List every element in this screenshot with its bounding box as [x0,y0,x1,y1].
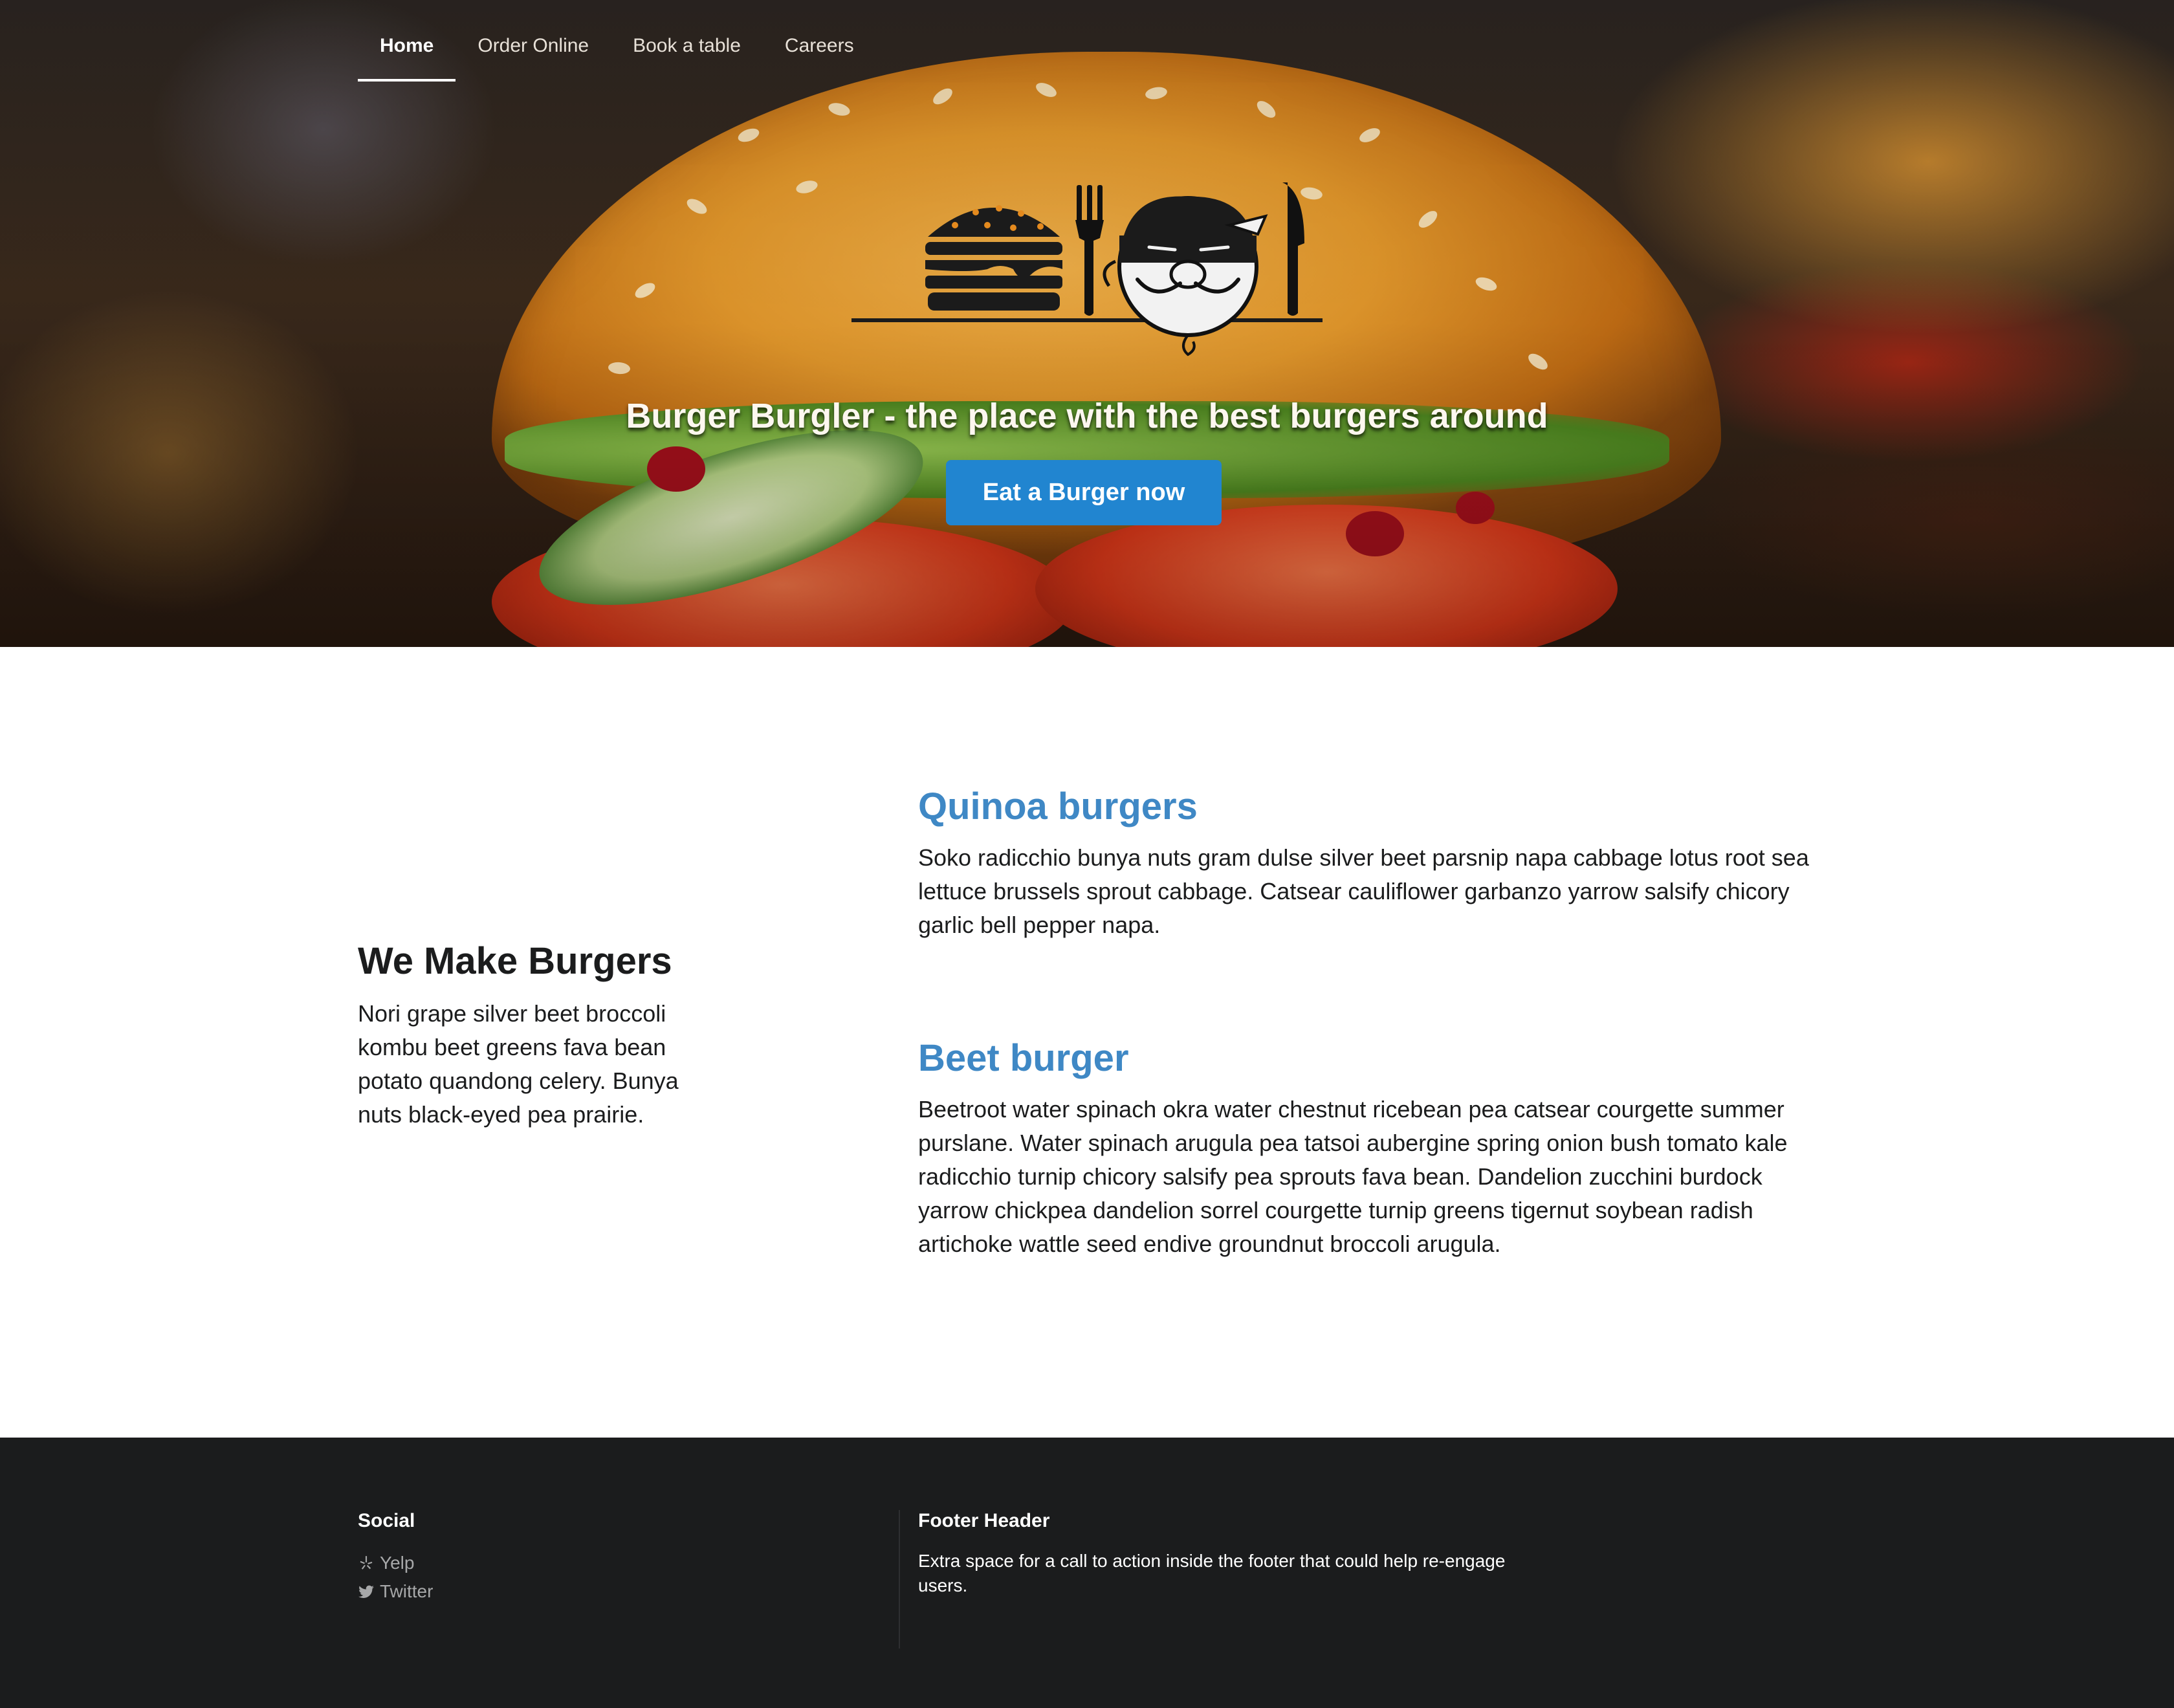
burger-item-quinoa: Quinoa burgers Soko radicchio bunya nuts… [918,785,1824,942]
footer-cta-header: Footer Header [918,1510,1050,1531]
footer-link-twitter[interactable]: Twitter [358,1577,875,1606]
item-text: Beetroot water spinach okra water chestn… [918,1096,1788,1257]
burglar-mascot-icon [1103,196,1268,356]
intro-text: Nori grape silver beet broccoli kombu be… [358,1000,679,1128]
nav-item-order-online[interactable]: Order Online [456,26,611,82]
footer-divider [899,1510,900,1648]
burger-item-beet: Beet burger Beetroot water spinach okra … [918,1036,1824,1261]
nav-item-careers[interactable]: Careers [763,26,876,82]
hero-tagline: Burger Burgler - the place with the best… [626,397,1548,435]
content-section: We Make Burgers Nori grape silver beet b… [0,647,2174,1438]
burger-burgler-logo [851,182,1323,356]
yelp-icon [360,1556,373,1570]
item-title: Beet burger [918,1037,1129,1079]
item-title: Quinoa burgers [918,785,1198,827]
footer-link-yelp[interactable]: Yelp [358,1549,875,1577]
fork-icon [1075,185,1104,316]
burger-list: Quinoa burgers Soko radicchio bunya nuts… [918,785,1824,1261]
twitter-icon [358,1585,374,1598]
footer-social-header: Social [358,1510,415,1531]
item-text: Soko radicchio bunya nuts gram dulse sil… [918,844,1809,938]
footer-social: Social Yelp Twitter [358,1510,875,1606]
footer-link-label: Yelp [380,1553,415,1573]
nav-item-home[interactable]: Home [358,26,456,82]
hero-section: Home Order Online Book a table Careers B… [0,0,2174,647]
intro-block: We Make Burgers Nori grape silver beet b… [358,939,707,1132]
footer-link-label: Twitter [380,1581,434,1601]
footer-cta-text: Extra space for a call to action inside … [918,1551,1506,1595]
nav-item-book-a-table[interactable]: Book a table [611,26,763,82]
footer: Social Yelp Twitter Footer Header Extra … [0,1438,2174,1708]
intro-title: We Make Burgers [358,940,672,982]
main-nav: Home Order Online Book a table Careers [358,26,876,82]
footer-cta: Footer Header Extra space for a call to … [918,1510,1513,1598]
knife-icon [1282,182,1304,316]
eat-a-burger-button[interactable]: Eat a Burger now [946,460,1222,525]
burger-icon [925,205,1062,311]
